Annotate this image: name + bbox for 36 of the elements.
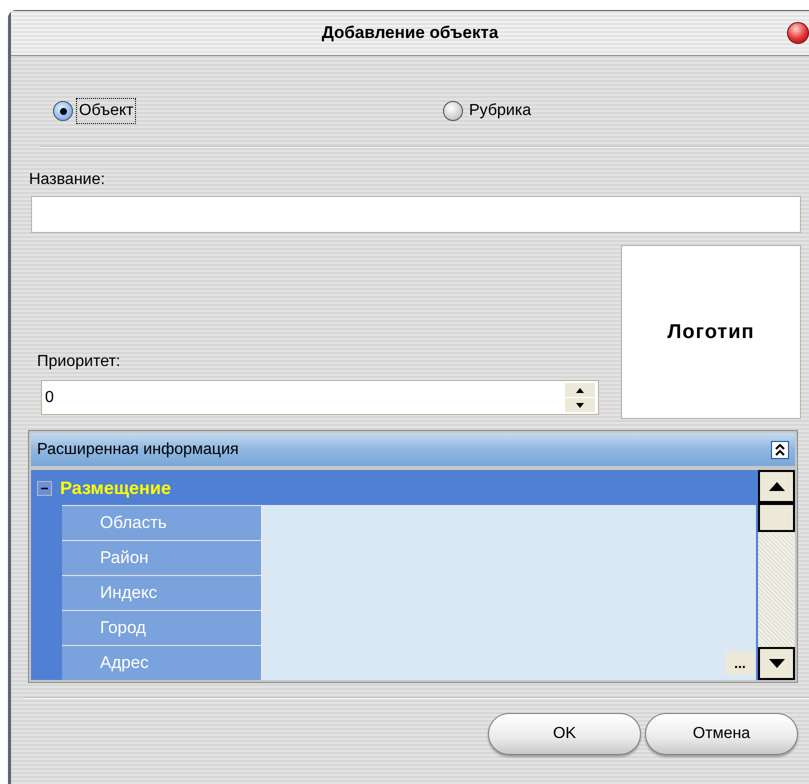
property-name: Район: [62, 541, 263, 575]
panel-header[interactable]: Расширенная информация: [31, 433, 795, 466]
spinner-value: 0: [44, 388, 55, 408]
radio-label: Объект: [76, 98, 136, 124]
group-row[interactable]: Размещение: [33, 472, 756, 505]
dialog-button[interactable]: OK: [488, 713, 641, 755]
spin-down-icon[interactable]: [565, 398, 595, 412]
field-label: Название:: [29, 170, 106, 190]
dialog-button[interactable]: Отмена: [645, 713, 798, 755]
scroll-down-icon[interactable]: [758, 647, 795, 680]
property-name: Город: [62, 611, 263, 645]
spin-up-icon[interactable]: [565, 383, 595, 397]
radio-button[interactable]: [443, 101, 463, 121]
panel-title: Расширенная информация: [37, 440, 239, 460]
window-title: Добавление объекта: [322, 22, 498, 44]
scroll-thumb[interactable]: [758, 503, 795, 532]
browse-button[interactable]: ...: [725, 651, 755, 675]
field-label: Приоритет:: [37, 352, 122, 372]
radio-option[interactable]: Объект: [53, 98, 443, 124]
scroll-up-icon[interactable]: [758, 470, 795, 503]
name-field[interactable]: [31, 196, 801, 233]
property-name: Область: [62, 506, 263, 540]
property-name: Адрес: [62, 646, 263, 680]
radio-option[interactable]: Рубрика: [443, 98, 534, 124]
group-title: Размещение: [60, 477, 171, 500]
logo-placeholder: Логотип: [667, 320, 755, 345]
property-value[interactable]: ...: [263, 646, 756, 680]
radio-button[interactable]: [53, 101, 73, 121]
collapse-toggle-icon[interactable]: [37, 481, 52, 496]
radio-label: Рубрика: [468, 101, 532, 121]
scrollbar[interactable]: [758, 470, 795, 680]
close-icon[interactable]: [787, 22, 809, 44]
logo-box[interactable]: Логотип: [621, 245, 801, 419]
collapse-icon[interactable]: [771, 440, 789, 458]
priority-spinner[interactable]: 0: [41, 380, 599, 415]
property-name: Индекс: [62, 576, 263, 610]
